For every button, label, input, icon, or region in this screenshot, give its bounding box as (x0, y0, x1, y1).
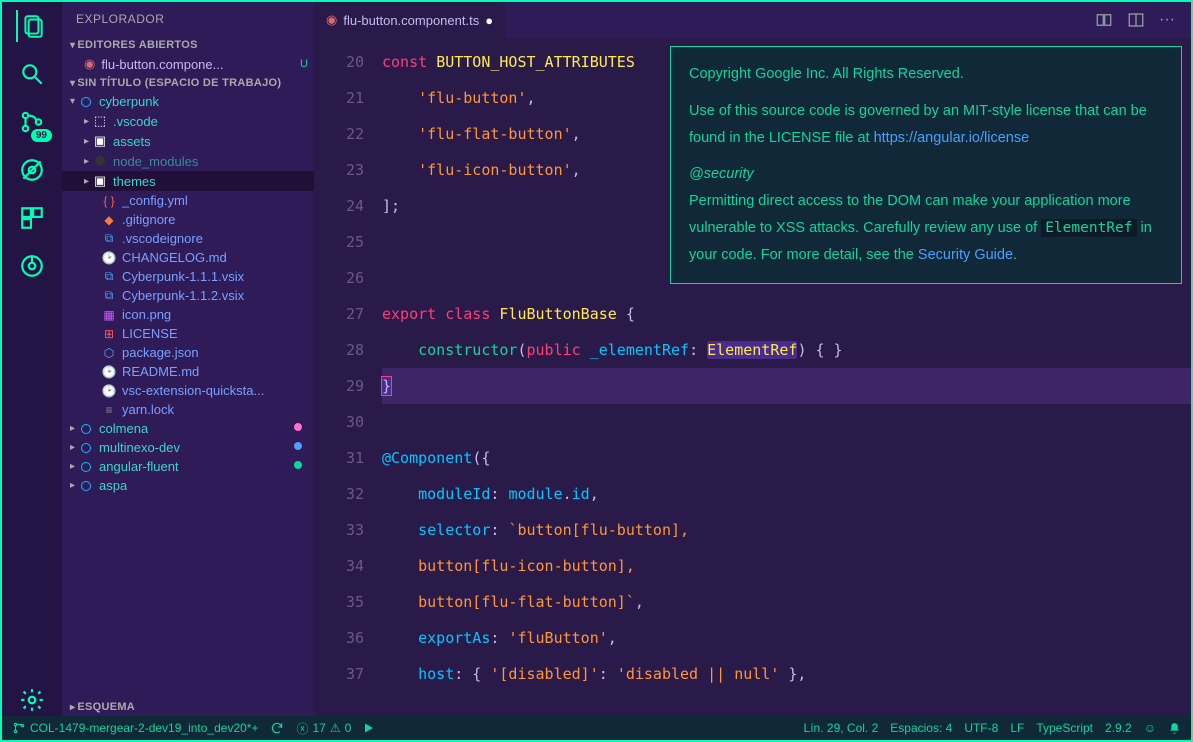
tree-file[interactable]: ⧉Cyberpunk-1.1.1.vsix (62, 267, 314, 286)
explorer-icon[interactable] (16, 10, 48, 42)
encoding[interactable]: UTF-8 (964, 721, 998, 735)
activity-bar: 99 (2, 2, 62, 716)
open-editors-label: EDITORES ABIERTOS (77, 39, 197, 51)
tree-folder[interactable]: ▾cyberpunk (62, 92, 314, 111)
debug-icon[interactable] (16, 154, 48, 186)
outline-label: ESQUEMA (77, 701, 135, 713)
tree-file[interactable]: ◆.gitignore (62, 210, 314, 229)
explorer-sidebar: EXPLORADOR ▾ EDITORES ABIERTOS ◉ flu-but… (62, 2, 314, 716)
open-editor-status: U (300, 58, 308, 70)
feedback-icon[interactable]: ☺ (1144, 721, 1156, 735)
search-icon[interactable] (16, 58, 48, 90)
hover-license-link[interactable]: https://angular.io/license (874, 130, 1030, 146)
sidebar-title: EXPLORADOR (62, 2, 314, 36)
tree-folder[interactable]: ▸⬢node_modules (62, 151, 314, 171)
tree-file[interactable]: ⧉.vscodeignore (62, 229, 314, 248)
tree-folder[interactable]: ▸▣assets (62, 131, 314, 151)
outline-header[interactable]: ▸ ESQUEMA (62, 698, 314, 716)
tree-file[interactable]: ≡yarn.lock (62, 400, 314, 419)
indentation[interactable]: Espacios: 4 (890, 721, 952, 735)
hover-code-ref: ElementRef (1041, 219, 1136, 237)
tree-file[interactable]: ⊞LICENSE (62, 324, 314, 343)
settings-icon[interactable] (16, 684, 48, 716)
cursor-position[interactable]: Lín. 29, Col. 2 (804, 721, 879, 735)
extensions-icon[interactable] (16, 202, 48, 234)
tree-file[interactable]: 🕑vsc-extension-quicksta... (62, 381, 314, 400)
notifications-icon[interactable] (1168, 722, 1181, 735)
problems-indicator[interactable]: ⓧ17 ⚠0 (296, 720, 351, 737)
tree-folder[interactable]: ▸multinexo-dev (62, 438, 314, 457)
open-editor-filename: flu-button.compone... (101, 57, 296, 72)
scm-badge: 99 (31, 129, 52, 142)
hover-security-link[interactable]: Security Guide (918, 247, 1013, 263)
status-bar: COL-1479-mergear-2-dev19_into_dev20*+ ⓧ1… (2, 716, 1191, 740)
gitlens-icon[interactable] (16, 250, 48, 282)
hover-tooltip: Copyright Google Inc. All Rights Reserve… (670, 46, 1182, 284)
hover-copyright: Copyright Google Inc. All Rights Reserve… (689, 61, 1163, 88)
tree-folder[interactable]: ▸▣themes (62, 171, 314, 191)
diff-icon[interactable] (1095, 11, 1113, 29)
editor-area: ◉ flu-button.component.ts ● ··· 20212223… (314, 2, 1191, 716)
tree-file[interactable]: ⧉Cyberpunk-1.1.2.vsix (62, 286, 314, 305)
tree-folder[interactable]: ▸aspa (62, 476, 314, 495)
eol[interactable]: LF (1010, 721, 1024, 735)
split-editor-icon[interactable] (1127, 11, 1145, 29)
tree-folder[interactable]: ▸colmena (62, 419, 314, 438)
language-mode[interactable]: TypeScript (1036, 721, 1093, 735)
branch-name: COL-1479-mergear-2-dev19_into_dev20*+ (30, 721, 258, 735)
tab-label: flu-button.component.ts (343, 13, 479, 28)
tree-folder[interactable]: ▸angular-fluent (62, 457, 314, 476)
tree-file[interactable]: ⬡package.json (62, 343, 314, 362)
sync-icon[interactable] (270, 721, 284, 735)
open-editor-item[interactable]: ◉ flu-button.compone... U (62, 54, 314, 74)
workspace-label: SIN TÍTULO (ESPACIO DE TRABAJO) (77, 77, 281, 89)
tree-file[interactable]: { }_config.yml (62, 191, 314, 210)
tab-flu-button[interactable]: ◉ flu-button.component.ts ● (314, 2, 505, 38)
hover-security-tag: @security (689, 166, 754, 182)
scm-icon[interactable]: 99 (16, 106, 48, 138)
file-tree[interactable]: ▾cyberpunk▸⬚.vscode▸▣assets▸⬢node_module… (62, 92, 314, 698)
live-server-icon[interactable] (363, 722, 375, 734)
ts-version[interactable]: 2.9.2 (1105, 721, 1132, 735)
tree-folder[interactable]: ▸⬚.vscode (62, 111, 314, 131)
tree-file[interactable]: 🕑README.md (62, 362, 314, 381)
more-icon[interactable]: ··· (1159, 11, 1175, 29)
tree-file[interactable]: 🕑CHANGELOG.md (62, 248, 314, 267)
editor-tabs: ◉ flu-button.component.ts ● ··· (314, 2, 1191, 38)
tab-dirty-dot: ● (485, 13, 493, 28)
branch-indicator[interactable]: COL-1479-mergear-2-dev19_into_dev20*+ (12, 721, 258, 735)
line-gutter: 202122232425262728293031323334353637 (314, 44, 382, 716)
open-editors-header[interactable]: ▾ EDITORES ABIERTOS (62, 36, 314, 54)
workspace-header[interactable]: ▾ SIN TÍTULO (ESPACIO DE TRABAJO) (62, 74, 314, 92)
tree-file[interactable]: ▦icon.png (62, 305, 314, 324)
